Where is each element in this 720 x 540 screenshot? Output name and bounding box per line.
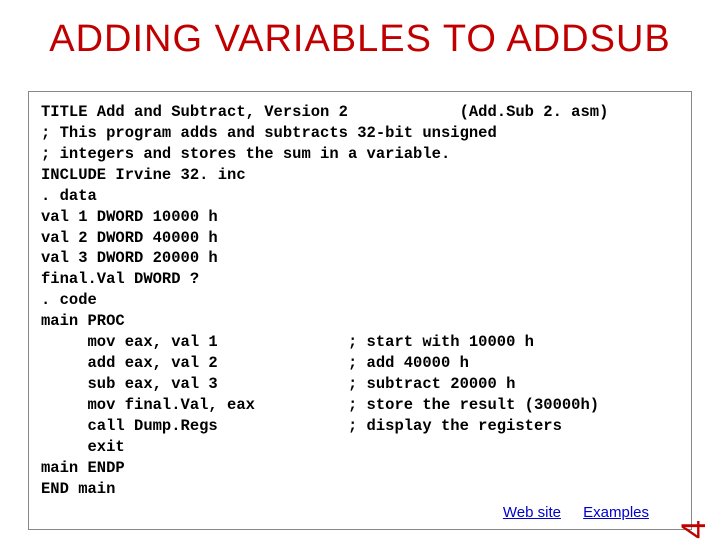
code-line: ; This program adds and subtracts 32-bit…	[41, 124, 497, 142]
code-line: INCLUDE Irvine 32. inc	[41, 166, 246, 184]
code-line: . code	[41, 291, 97, 309]
slide: ADDING VARIABLES TO ADDSUB TITLE Add and…	[0, 0, 720, 540]
code-line: main PROC	[41, 312, 125, 330]
code-line: mov eax, val 1 ; start with 10000 h	[41, 333, 534, 351]
code-listing: TITLE Add and Subtract, Version 2 (Add.S…	[41, 102, 679, 500]
web-site-link[interactable]: Web site	[503, 504, 561, 521]
code-line: main ENDP	[41, 459, 125, 477]
code-line: final.Val DWORD ?	[41, 270, 199, 288]
slide-title: ADDING VARIABLES TO ADDSUB	[0, 0, 720, 73]
code-line: val 1 DWORD 10000 h	[41, 208, 218, 226]
page-number: 44	[675, 520, 714, 540]
code-line: val 3 DWORD 20000 h	[41, 249, 218, 267]
code-line: END main	[41, 480, 115, 498]
code-box: TITLE Add and Subtract, Version 2 (Add.S…	[28, 91, 692, 530]
code-line: TITLE Add and Subtract, Version 2 (Add.S…	[41, 103, 608, 121]
code-line: ; integers and stores the sum in a varia…	[41, 145, 450, 163]
code-line: . data	[41, 187, 97, 205]
code-line: sub eax, val 3 ; subtract 20000 h	[41, 375, 515, 393]
code-line: add eax, val 2 ; add 40000 h	[41, 354, 469, 372]
code-line: mov final.Val, eax ; store the result (3…	[41, 396, 599, 414]
code-line: exit	[41, 438, 125, 456]
examples-link[interactable]: Examples	[583, 504, 649, 521]
code-line: val 2 DWORD 40000 h	[41, 229, 218, 247]
code-line: call Dump.Regs ; display the registers	[41, 417, 562, 435]
links-row: Web site Examples	[41, 500, 679, 521]
